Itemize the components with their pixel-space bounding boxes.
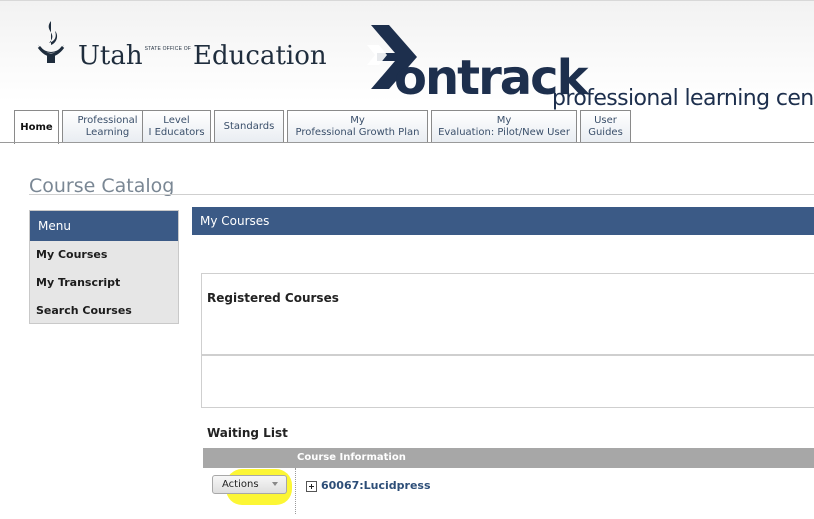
- logo-utah-text: Utah: [78, 41, 143, 71]
- tab-evaluation[interactable]: My Evaluation: Pilot/New User: [431, 110, 577, 142]
- tab-home[interactable]: Home: [14, 110, 59, 144]
- tab-professional-growth-plan[interactable]: My Professional Growth Plan: [287, 110, 428, 142]
- menu-item-my-transcript[interactable]: My Transcript: [30, 269, 178, 297]
- menu-item-search-courses[interactable]: Search Courses: [30, 297, 178, 325]
- utah-education-logo[interactable]: Utah STATE OFFICE OFEducation: [78, 39, 327, 73]
- tab-level-i-educators[interactable]: Level I Educators: [142, 110, 211, 142]
- tab-label: Learning: [85, 126, 130, 138]
- tab-label: User: [594, 114, 617, 126]
- logo-seal-text: STATE OFFICE OF: [144, 46, 192, 52]
- course-information-column-header: Course Information: [297, 452, 406, 463]
- registered-courses-title: Registered Courses: [207, 291, 339, 305]
- tab-label: Guides: [588, 126, 623, 138]
- tab-user-guides[interactable]: User Guides: [580, 110, 631, 142]
- tab-bar-divider: [0, 142, 814, 143]
- main-heading: My Courses: [192, 207, 814, 235]
- chevron-down-icon: [272, 482, 278, 486]
- site-header: Utah STATE OFFICE OFEducation ontrack pro…: [0, 0, 814, 144]
- actions-label: Actions: [222, 479, 259, 490]
- course-link[interactable]: 60067:Lucidpress: [321, 479, 431, 493]
- tab-label: I Educators: [148, 126, 205, 138]
- torch-logo-icon: [37, 21, 65, 63]
- title-divider: [29, 194, 814, 195]
- registered-courses-list: [201, 355, 814, 408]
- sidebar-menu: Menu My Courses My Transcript Search Cou…: [29, 210, 179, 324]
- actions-column-header: [203, 448, 295, 468]
- menu-item-my-courses[interactable]: My Courses: [30, 241, 178, 269]
- tab-label: My: [496, 114, 512, 126]
- expand-plus-icon[interactable]: [306, 481, 317, 492]
- registered-courses-panel: [201, 273, 814, 355]
- tab-standards[interactable]: Standards: [214, 110, 284, 142]
- tab-label: Level: [163, 114, 190, 126]
- menu-heading: Menu: [30, 211, 178, 241]
- tab-label: Professional Growth Plan: [295, 126, 420, 138]
- waiting-list-table-header: Course Information: [203, 448, 814, 468]
- logo-education-text: Education: [193, 41, 327, 71]
- column-divider: [295, 468, 296, 514]
- ontrack-tagline: professional learning center: [552, 86, 814, 111]
- tab-label: Professional: [77, 114, 138, 126]
- actions-dropdown-button[interactable]: Actions: [212, 475, 287, 494]
- tab-label: Standards: [223, 120, 275, 132]
- tab-label: My: [350, 114, 365, 126]
- tab-label: Home: [20, 121, 53, 133]
- waiting-list-title: Waiting List: [207, 426, 288, 440]
- tab-professional-learning[interactable]: Professional Learning: [62, 110, 153, 142]
- tab-label: Evaluation: Pilot/New User: [438, 126, 570, 138]
